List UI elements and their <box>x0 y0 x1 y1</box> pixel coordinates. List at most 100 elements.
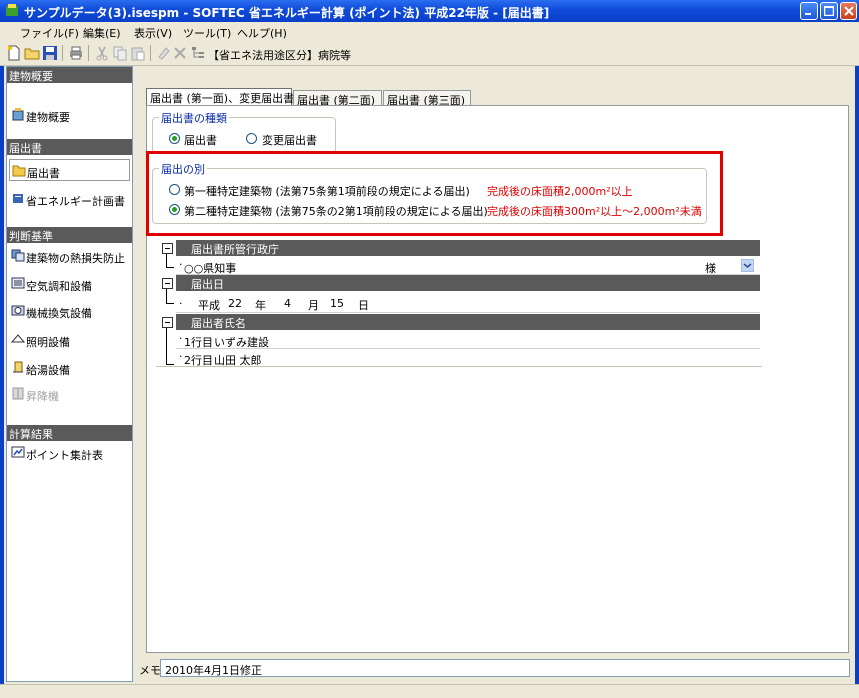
tree-connector <box>166 328 167 364</box>
authority-row[interactable]: ○○県知事 様 <box>176 257 760 275</box>
tree-connector <box>166 289 167 304</box>
maximize-icon <box>824 6 834 16</box>
grid-bottom-border <box>156 366 762 367</box>
tree-bullet: · <box>179 258 183 271</box>
toolbar-separator <box>150 45 151 61</box>
status-bar <box>0 684 859 698</box>
authority-suffix: 様 <box>705 262 716 275</box>
usage-category-label: 【省エネ法用途区分】病院等 <box>208 49 351 62</box>
title-bar[interactable]: サンプルデータ(3).isespm - SOFTEC 省エネルギー計算 (ポイン… <box>0 0 859 22</box>
close-button[interactable] <box>840 2 857 20</box>
collapse-date-icon[interactable] <box>162 278 173 289</box>
tree-bullet: · <box>179 350 183 363</box>
close-icon <box>844 6 854 16</box>
menu-file[interactable]: ファイル(F) <box>20 25 79 41</box>
date-month[interactable]: 4 <box>284 297 291 310</box>
radio-notification-label[interactable]: 届出書 <box>184 132 217 148</box>
applicant-line1-label: 1行目 <box>184 336 213 349</box>
ventilation-icon <box>11 305 25 316</box>
delete-icon <box>174 47 186 59</box>
print-icon[interactable] <box>68 45 84 61</box>
sidebar-item-lighting[interactable]: 照明設備 <box>9 329 130 351</box>
sidebar-item-ventilation[interactable]: 機械換気設備 <box>9 300 130 322</box>
date-row[interactable]: 平成 22 年 4 月 15 日 <box>176 292 760 313</box>
tab-form-page1[interactable]: 届出書 (第一面)、変更届出書 <box>146 88 294 106</box>
sidebar-item-insulation[interactable]: 建築物の熱損失防止 <box>9 245 130 267</box>
menu-bar: ファイル(F) 編集(E) 表示(V) ツール(T) ヘルプ(H) <box>0 22 859 41</box>
date-day-unit: 日 <box>358 299 369 312</box>
paste-icon <box>131 47 145 61</box>
cut-icon <box>96 46 108 61</box>
maximize-button[interactable] <box>820 2 838 20</box>
memo-input[interactable]: 2010年4月1日修正 <box>160 659 850 677</box>
date-year[interactable]: 22 <box>228 297 242 310</box>
menu-view[interactable]: 表示(V) <box>134 25 172 41</box>
window-frame-right <box>855 22 859 684</box>
tree-connector <box>166 254 167 268</box>
minimize-icon <box>805 13 811 15</box>
tree-bullet: · <box>179 332 183 345</box>
highlight-box <box>146 151 723 236</box>
menu-tools[interactable]: ツール(T) <box>183 25 231 41</box>
sidebar-item-water-heater[interactable]: 給湯設備 <box>9 357 130 379</box>
sidebar-item-notification[interactable]: 届出書 <box>9 159 130 181</box>
radio-change-notification-label[interactable]: 変更届出書 <box>262 132 317 148</box>
open-folder-icon[interactable] <box>24 45 40 61</box>
window-frame-left <box>0 22 4 684</box>
building-icon <box>12 108 24 121</box>
collapse-authority-icon[interactable] <box>162 243 173 254</box>
applicant-line2-row[interactable]: 2行目 山田 太郎 <box>176 349 760 367</box>
radio-change-notification[interactable] <box>246 133 257 144</box>
tab-form-page3[interactable]: 届出書 (第三面) <box>383 90 471 107</box>
authority-value[interactable]: ○○県知事 <box>184 260 236 276</box>
date-header: 届出日 <box>176 275 760 291</box>
applicant-line1-row[interactable]: 1行目 いずみ建設 <box>176 331 760 349</box>
lighting-icon <box>11 334 25 343</box>
date-era: 平成 <box>198 299 220 312</box>
date-month-unit: 月 <box>308 299 319 312</box>
menu-help[interactable]: ヘルプ(H) <box>237 25 287 41</box>
aircon-icon <box>11 277 25 289</box>
document-icon <box>13 194 23 203</box>
insulation-icon <box>11 249 25 262</box>
section-results: 計算結果 <box>7 425 132 441</box>
sidebar-item-elevator: 昇降機 <box>9 383 130 405</box>
tree-bullet: · <box>179 297 183 310</box>
toolbar-separator <box>62 45 63 61</box>
authority-dropdown-icon[interactable] <box>741 259 754 272</box>
new-file-icon[interactable] <box>6 45 22 61</box>
sidebar: 建物概要 建物概要 届出書 届出書 省エネルギー計画書 判断基準 建築物の熱損失… <box>6 66 133 682</box>
tree-icon[interactable] <box>190 45 206 61</box>
date-year-unit: 年 <box>255 299 266 312</box>
tree-connector <box>166 303 174 304</box>
window-title: サンプルデータ(3).isespm - SOFTEC 省エネルギー計算 (ポイン… <box>24 6 550 20</box>
date-day[interactable]: 15 <box>330 297 344 310</box>
tree-connector <box>166 364 174 365</box>
section-notification: 届出書 <box>7 139 132 155</box>
water-heater-icon <box>13 361 23 373</box>
elevator-icon <box>12 387 24 400</box>
collapse-applicant-icon[interactable] <box>162 317 173 328</box>
authority-header: 届出書所管行政庁 <box>176 240 760 256</box>
summary-icon <box>11 446 25 458</box>
app-icon <box>6 4 18 16</box>
section-building-overview: 建物概要 <box>7 67 132 83</box>
menu-edit[interactable]: 編集(E) <box>83 25 121 41</box>
toolbar-separator <box>88 45 89 61</box>
sidebar-item-point-summary[interactable]: ポイント集計表 <box>9 442 130 464</box>
sidebar-item-air-conditioning[interactable]: 空気調和設備 <box>9 273 130 295</box>
minimize-button[interactable] <box>800 2 818 20</box>
save-icon[interactable] <box>42 45 58 61</box>
sidebar-item-energy-plan[interactable]: 省エネルギー計画書 <box>9 188 130 210</box>
memo-label: メモ <box>139 664 161 677</box>
applicant-header: 届出者氏名 <box>176 314 760 330</box>
copy-icon <box>113 46 127 61</box>
section-criteria: 判断基準 <box>7 227 132 243</box>
eraser-icon <box>158 47 170 60</box>
tab-form-page2[interactable]: 届出書 (第二面) <box>293 90 382 107</box>
tree-connector <box>166 267 174 268</box>
radio-notification[interactable] <box>169 133 180 144</box>
toolbar: 【省エネ法用途区分】病院等 <box>0 41 859 66</box>
sidebar-item-building-overview[interactable]: 建物概要 <box>9 104 130 126</box>
applicant-line1-value[interactable]: いずみ建設 <box>214 334 269 350</box>
